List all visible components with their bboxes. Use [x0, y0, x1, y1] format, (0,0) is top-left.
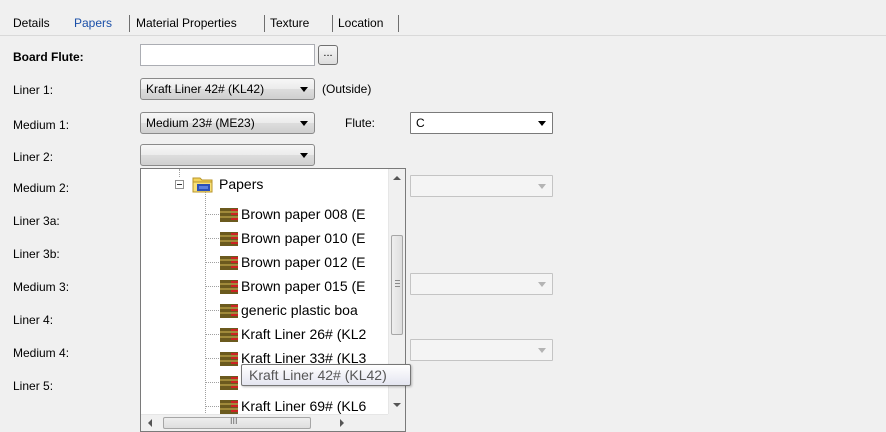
tab-separator [332, 15, 333, 32]
tree-item-tooltip: Kraft Liner 42# (KL42) [241, 364, 411, 386]
tree-horizontal-scroll-thumb[interactable]: III [163, 416, 311, 429]
medium3-label: Medium 3: [13, 280, 70, 294]
tree-vertical-scroll-thumb[interactable] [391, 235, 403, 335]
scroll-right-icon[interactable] [340, 419, 344, 427]
tab-details[interactable]: Details [13, 12, 50, 34]
flute-value: C [416, 116, 425, 130]
chevron-down-icon [538, 348, 546, 353]
liner2-select[interactable] [140, 144, 315, 166]
medium1-select[interactable]: Medium 23# (ME23) [140, 112, 315, 134]
tree-folder-label: Papers [219, 176, 264, 192]
tree-horizontal-scrollbar[interactable]: III [141, 414, 389, 431]
medium4-label: Medium 4: [13, 346, 70, 360]
tree-item-label: Kraft Liner 26# (KL2 [241, 326, 367, 342]
paper-icon [220, 376, 238, 390]
tree-item-label: Brown paper 010 (E [241, 230, 366, 246]
tree-item-label: Brown paper 015 (E [241, 278, 366, 294]
paper-icon [220, 304, 238, 318]
flute3-select[interactable] [410, 273, 553, 295]
liner2-dropdown-tree[interactable]: Papers Brown paper 008 (E Brown paper 010… [140, 168, 406, 432]
liner1-select[interactable]: Kraft Liner 42# (KL42) [140, 78, 315, 100]
scroll-left-icon[interactable] [148, 419, 152, 427]
folder-icon [192, 177, 213, 193]
tab-separator [398, 15, 399, 32]
liner1-value: Kraft Liner 42# (KL42) [146, 82, 265, 96]
liner4-label: Liner 4: [13, 313, 54, 327]
medium1-label: Medium 1: [13, 118, 70, 132]
tree-folder-papers[interactable]: Papers [175, 173, 375, 195]
liner3b-label: Liner 3b: [13, 247, 60, 261]
tab-texture[interactable]: Texture [270, 12, 309, 34]
tree-item-label: generic plastic boa [241, 302, 358, 318]
medium1-value: Medium 23# (ME23) [146, 116, 255, 130]
tree-item[interactable]: Kraft Liner 26# (KL2 [205, 323, 395, 345]
tree-connector [205, 214, 219, 215]
chevron-down-icon [300, 121, 308, 126]
grip-icon [395, 283, 400, 284]
tab-separator [264, 15, 265, 32]
paper-icon [220, 232, 238, 246]
tab-location[interactable]: Location [338, 12, 383, 34]
board-flute-label: Board Flute: [13, 50, 84, 64]
tree-item[interactable]: Brown paper 010 (E [205, 227, 395, 249]
collapse-icon[interactable] [175, 180, 184, 189]
tab-underline [0, 35, 886, 36]
paper-icon [220, 328, 238, 342]
tree-connector [205, 382, 219, 383]
scrollbar-corner [388, 414, 405, 431]
tree-connector [205, 406, 219, 407]
tab-papers[interactable]: Papers [74, 12, 112, 34]
chevron-down-icon [538, 282, 546, 287]
chevron-down-icon [538, 121, 546, 126]
flute4-select[interactable] [410, 339, 553, 361]
flute-label: Flute: [345, 116, 376, 130]
tree-item-label: Brown paper 008 (E [241, 206, 366, 222]
tree-connector [205, 262, 219, 263]
liner1-label: Liner 1: [13, 83, 54, 97]
flute2-select[interactable] [410, 175, 553, 197]
tree-item[interactable]: generic plastic boa [205, 299, 395, 321]
grip-icon: III [230, 416, 238, 426]
liner1-side-note: (Outside) [322, 82, 372, 96]
paper-icon [220, 208, 238, 222]
papers-panel: Details Papers Material Properties Textu… [0, 0, 886, 432]
tree-connector [205, 286, 219, 287]
paper-icon [220, 280, 238, 294]
grip-icon [395, 286, 400, 287]
grip-icon [395, 280, 400, 281]
flute-select[interactable]: C [410, 112, 553, 134]
tree-connector [205, 310, 219, 311]
paper-icon [220, 256, 238, 270]
chevron-down-icon [300, 153, 308, 158]
board-flute-browse-button[interactable]: ... [318, 45, 338, 65]
chevron-down-icon [300, 87, 308, 92]
board-flute-input[interactable] [140, 44, 315, 66]
liner5-label: Liner 5: [13, 379, 54, 393]
tree-connector [205, 334, 219, 335]
chevron-down-icon [538, 184, 546, 189]
medium2-label: Medium 2: [13, 181, 70, 195]
tab-material-properties[interactable]: Material Properties [136, 12, 237, 34]
tree-item[interactable]: Brown paper 012 (E [205, 251, 395, 273]
scroll-up-icon[interactable] [393, 176, 401, 180]
liner2-label: Liner 2: [13, 150, 54, 164]
tree-item-label: Brown paper 012 (E [241, 254, 366, 270]
paper-icon [220, 352, 238, 366]
tree-item[interactable]: Brown paper 008 (E [205, 203, 395, 225]
tree-item[interactable]: Brown paper 015 (E [205, 275, 395, 297]
paper-icon [220, 400, 238, 414]
liner3a-label: Liner 3a: [13, 214, 60, 228]
tree-connector [205, 238, 219, 239]
tab-separator [129, 15, 130, 32]
tree-connector [205, 358, 219, 359]
scroll-down-icon[interactable] [393, 403, 401, 407]
